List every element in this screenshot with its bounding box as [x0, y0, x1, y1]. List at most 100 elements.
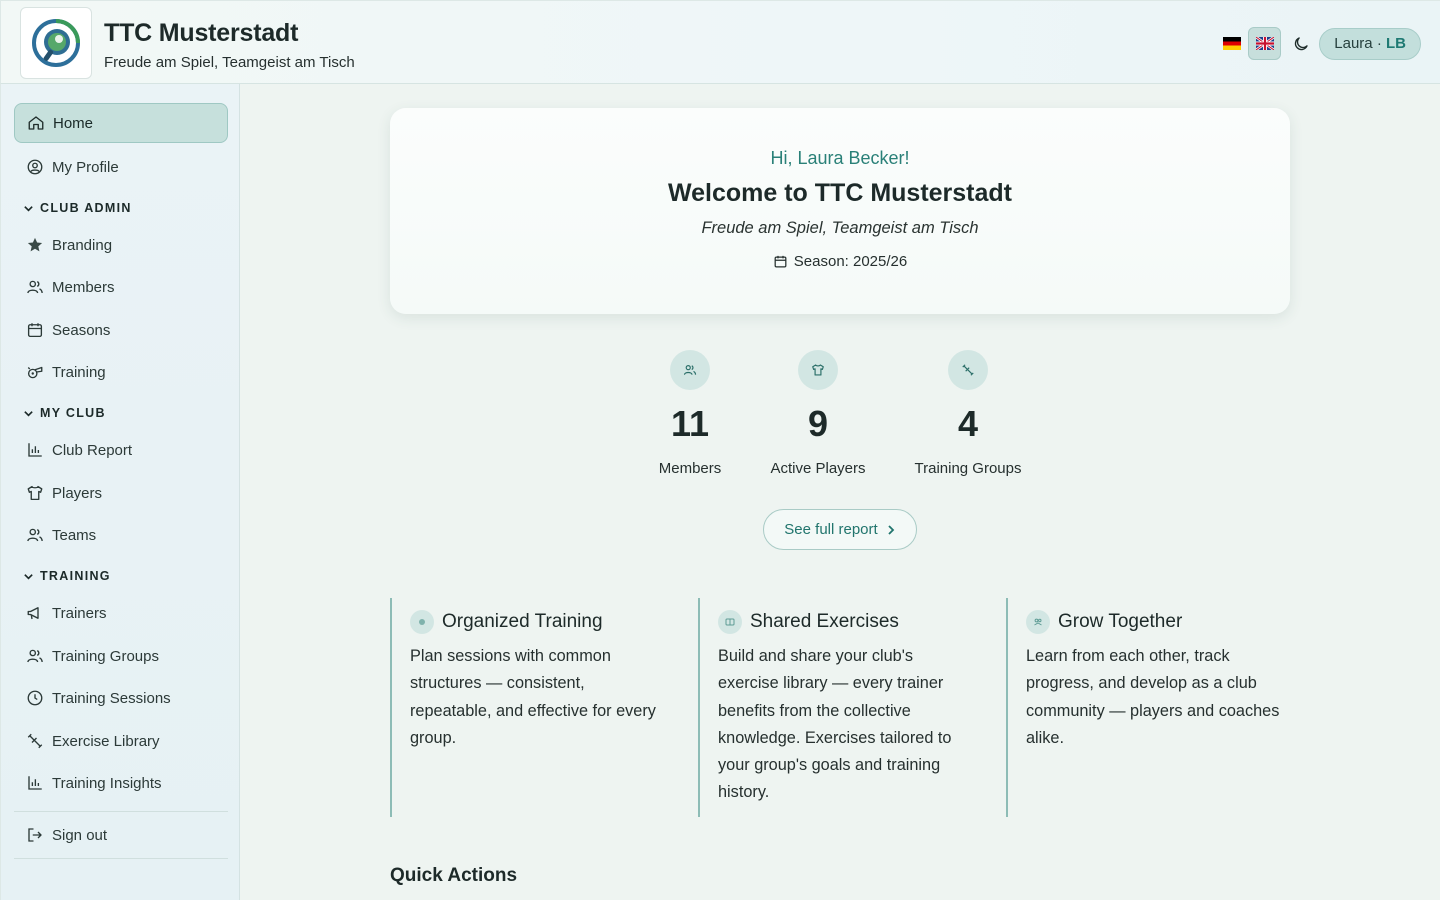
stat-value: 9 [807, 403, 829, 444]
sidebar-item-seasons[interactable]: Seasons [14, 310, 228, 350]
sidebar-item-label: Teams [52, 526, 97, 544]
sidebar-divider [14, 811, 228, 812]
greeting: Hi, Laura Becker! [770, 148, 910, 168]
season-label: Season: 2025/26 [793, 253, 908, 270]
user-menu-button[interactable]: Laura · LB [1319, 27, 1421, 60]
feature-body: Learn from each other, track progress, a… [1026, 647, 1280, 747]
feature-body: Plan sessions with common structures — c… [410, 647, 656, 747]
sidebar-item-branding[interactable]: Branding [14, 225, 228, 265]
sidebar-item-members[interactable]: Members [14, 267, 228, 307]
moon-icon [1294, 36, 1308, 50]
stat-training-groups[interactable]: 4 Training Groups [906, 350, 1030, 477]
clock-icon [26, 689, 44, 707]
sidebar-item-label: Branding [52, 236, 113, 254]
section-my-club-toggle[interactable]: MY CLUB [23, 405, 106, 421]
feature-dot-icon [410, 610, 434, 634]
language-de-button[interactable] [1215, 27, 1248, 60]
sidebar-item-label: Seasons [52, 321, 111, 339]
sidebar-item-training-insights[interactable]: Training Insights [14, 763, 228, 803]
flag-uk-icon [1255, 37, 1274, 50]
report-button-label: See full report [784, 521, 878, 538]
sidebar-item-label: My Profile [52, 158, 119, 176]
user-separator: · [1372, 35, 1386, 52]
section-title: TRAINING [40, 569, 111, 583]
sidebar-item-label: Training Insights [52, 774, 162, 792]
see-full-report-button[interactable]: See full report [763, 509, 917, 550]
section-title: CLUB ADMIN [40, 201, 132, 215]
section-title: MY CLUB [40, 406, 106, 420]
star-icon [26, 236, 44, 254]
shirt-icon [798, 350, 838, 390]
shirt-icon [26, 484, 44, 502]
sidebar-item-label: Club Report [52, 441, 133, 459]
users-icon [26, 647, 44, 665]
sidebar-item-label: Players [52, 484, 103, 502]
stat-value: 4 [957, 403, 979, 444]
theme-toggle-button[interactable] [1284, 27, 1317, 60]
sidebar-item-exercise-library[interactable]: Exercise Library [14, 721, 228, 761]
chevron-down-icon [24, 205, 33, 212]
calendar-icon [774, 255, 787, 268]
sidebar: Home My Profile CLUB ADMIN Branding Memb… [0, 84, 240, 900]
calendar-icon [26, 321, 44, 339]
feature-title: Grow Together [1058, 611, 1183, 632]
quick-actions-heading: Quick Actions [390, 865, 518, 886]
feature-body: Build and share your club's exercise lib… [718, 647, 952, 802]
dumbbell-icon [948, 350, 988, 390]
sidebar-item-teams[interactable]: Teams [14, 515, 228, 555]
sign-out-icon [26, 826, 44, 844]
welcome-tagline: Freude am Spiel, Teamgeist am Tisch [701, 219, 979, 237]
welcome-card: Hi, Laura Becker! Welcome to TTC Musters… [390, 108, 1290, 314]
flag-de-icon [1222, 37, 1241, 50]
sidebar-item-training[interactable]: Training [14, 352, 228, 392]
sign-out-button[interactable]: Sign out [14, 815, 228, 855]
stat-label: Active Players [770, 460, 866, 477]
feature-title: Shared Exercises [750, 611, 899, 632]
sidebar-item-label: Training [52, 363, 106, 381]
sign-out-label: Sign out [52, 826, 108, 844]
dumbbell-icon [26, 732, 44, 750]
users-icon [670, 350, 710, 390]
app-header: TTC Musterstadt Freude am Spiel, Teamgei… [0, 0, 1440, 84]
home-icon [27, 114, 45, 132]
club-logo-icon [32, 19, 80, 67]
section-training-toggle[interactable]: TRAINING [23, 568, 111, 584]
chevron-down-icon [24, 573, 33, 580]
sidebar-item-training-groups[interactable]: Training Groups [14, 636, 228, 676]
stat-label: Training Groups [914, 460, 1022, 477]
club-tagline: Freude am Spiel, Teamgeist am Tisch [104, 54, 355, 71]
sidebar-item-label: Trainers [52, 604, 107, 622]
feature-grow-together: Grow Together Learn from each other, tra… [1006, 598, 1286, 817]
sidebar-item-club-report[interactable]: Club Report [14, 430, 228, 470]
sidebar-item-trainers[interactable]: Trainers [14, 593, 228, 633]
welcome-title: Welcome to TTC Musterstadt [667, 179, 1013, 207]
bar-chart-icon [26, 441, 44, 459]
sidebar-item-label: Training Groups [52, 647, 159, 665]
bar-chart-icon [26, 774, 44, 792]
sidebar-item-label: Exercise Library [52, 732, 160, 750]
club-logo[interactable] [20, 7, 92, 79]
sidebar-divider [14, 858, 228, 859]
sidebar-item-home[interactable]: Home [14, 103, 228, 143]
language-en-button[interactable] [1248, 27, 1282, 60]
stat-active-players[interactable]: 9 Active Players [763, 350, 873, 477]
sidebar-item-players[interactable]: Players [14, 473, 228, 513]
feature-shared-exercises: Shared Exercises Build and share your cl… [698, 598, 978, 817]
people-icon [1026, 610, 1050, 634]
user-circle-icon [26, 158, 44, 176]
stat-members[interactable]: 11 Members [650, 350, 730, 477]
sidebar-item-label: Training Sessions [52, 689, 171, 707]
chevron-right-icon [888, 524, 894, 535]
sidebar-item-my-profile[interactable]: My Profile [14, 147, 228, 187]
sidebar-item-training-sessions[interactable]: Training Sessions [14, 678, 228, 718]
whistle-icon [26, 363, 44, 381]
header-controls: Laura · LB [1215, 27, 1421, 60]
stat-value: 11 [670, 403, 710, 444]
club-name: TTC Musterstadt [104, 19, 299, 47]
user-initials: LB [1386, 35, 1406, 52]
sidebar-item-label: Members [52, 278, 115, 296]
users-icon [26, 526, 44, 544]
megaphone-icon [26, 604, 44, 622]
section-club-admin-toggle[interactable]: CLUB ADMIN [23, 200, 132, 216]
users-icon [26, 278, 44, 296]
